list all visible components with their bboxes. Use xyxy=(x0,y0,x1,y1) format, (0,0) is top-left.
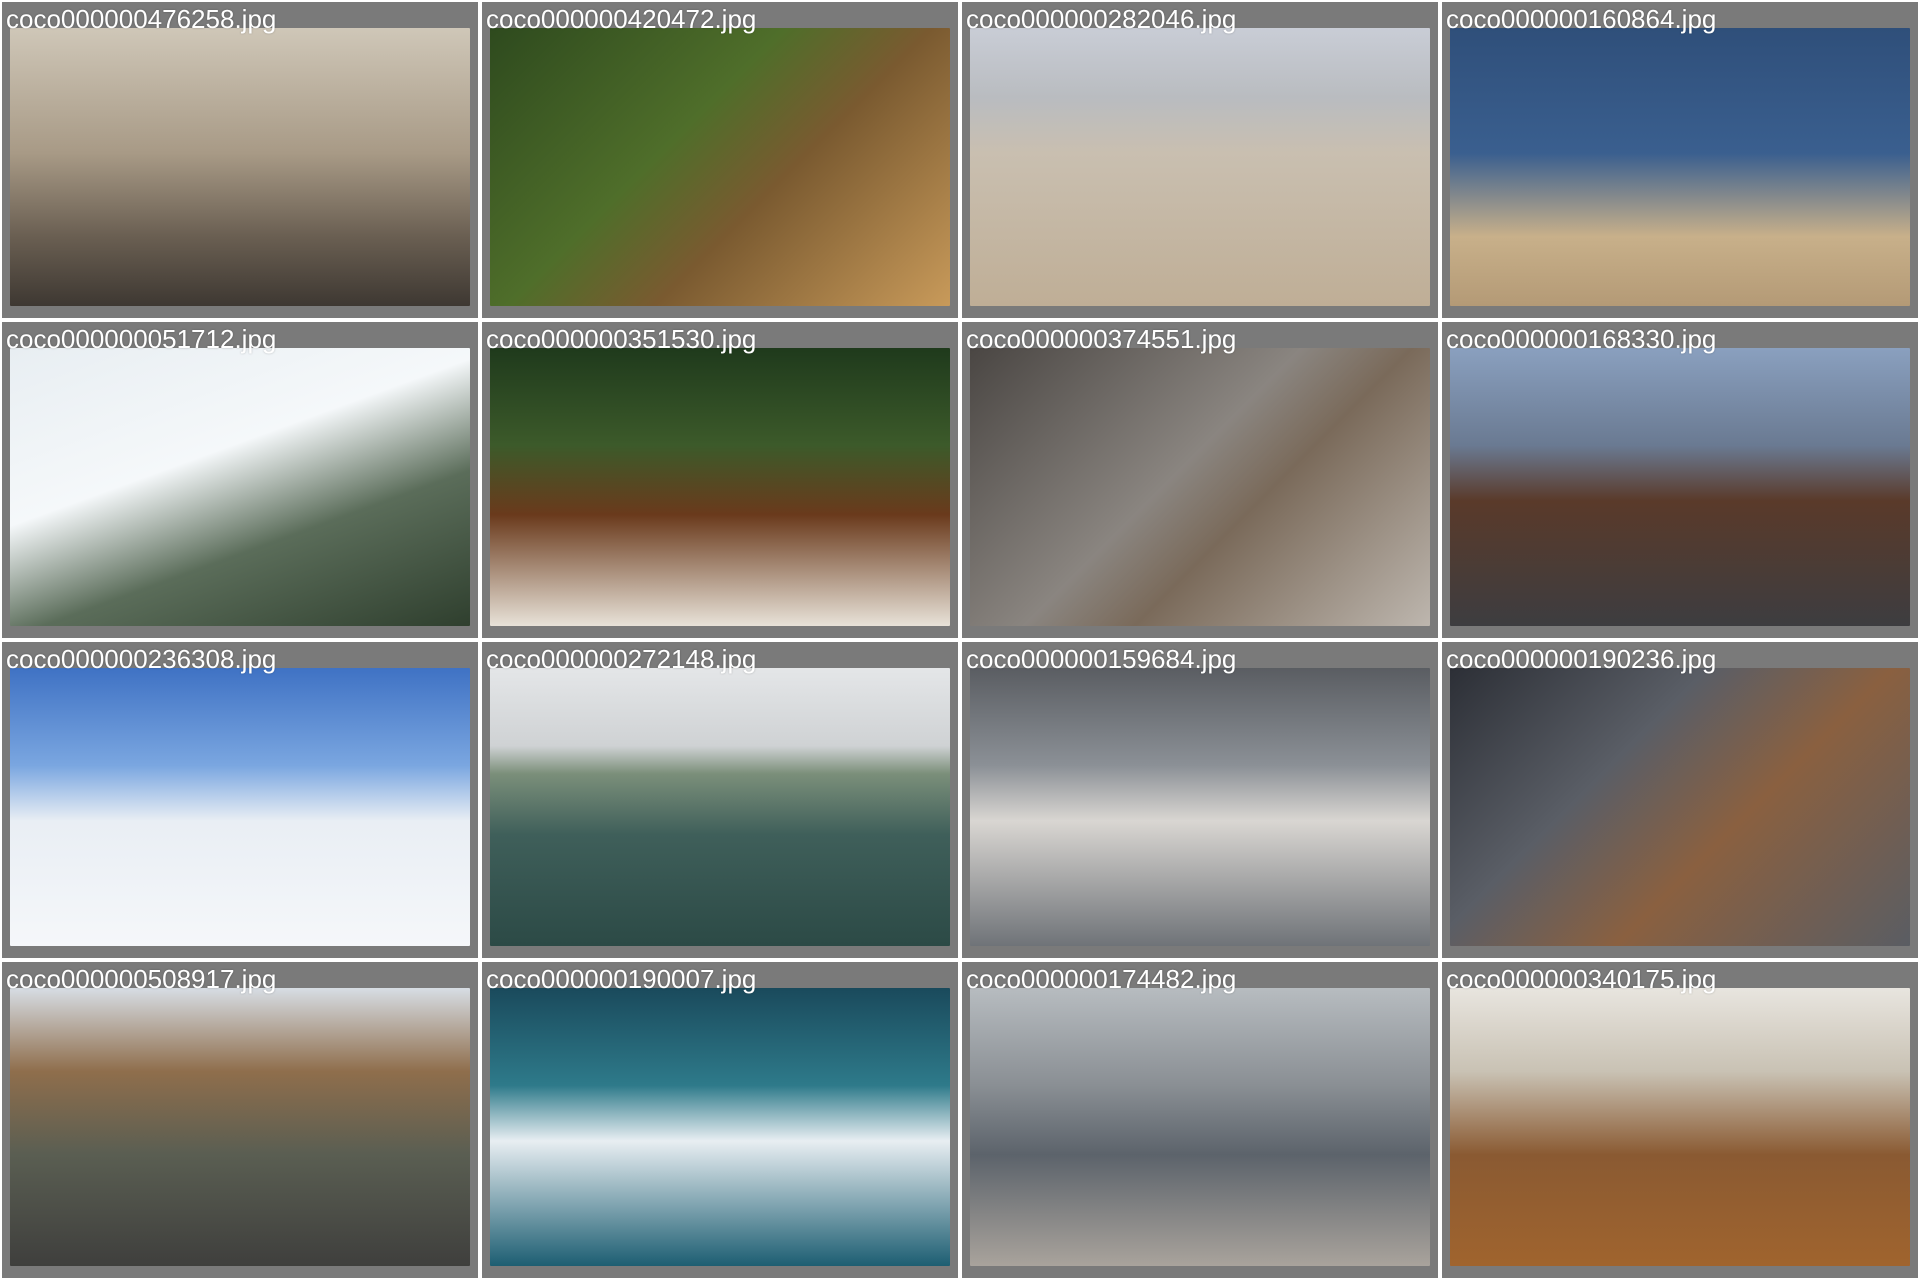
image-thumbnail[interactable] xyxy=(490,668,950,946)
image-filename-label: coco000000340175.jpg xyxy=(1446,964,1717,994)
image-thumbnail[interactable] xyxy=(10,668,470,946)
image-tile[interactable]: coco000000160864.jpg xyxy=(1442,2,1918,318)
image-filename-label: coco000000374551.jpg xyxy=(966,324,1237,354)
image-tile[interactable]: coco000000272148.jpg xyxy=(482,642,958,958)
image-filename-label: coco000000351530.jpg xyxy=(486,324,757,354)
image-filename-label: coco000000272148.jpg xyxy=(486,644,757,674)
image-filename-label: coco000000174482.jpg xyxy=(966,964,1237,994)
image-filename-label: coco000000282046.jpg xyxy=(966,4,1237,34)
image-tile[interactable]: coco000000282046.jpg xyxy=(962,2,1438,318)
image-filename-label: coco000000190007.jpg xyxy=(486,964,757,994)
image-thumbnail[interactable] xyxy=(10,28,470,306)
image-tile[interactable]: coco000000340175.jpg xyxy=(1442,962,1918,1278)
image-thumbnail[interactable] xyxy=(970,28,1430,306)
image-thumbnail[interactable] xyxy=(970,348,1430,626)
image-thumbnail[interactable] xyxy=(1450,988,1910,1266)
image-thumbnail[interactable] xyxy=(1450,28,1910,306)
image-thumbnail[interactable] xyxy=(490,348,950,626)
image-tile[interactable]: coco000000420472.jpg xyxy=(482,2,958,318)
image-tile[interactable]: coco000000190236.jpg xyxy=(1442,642,1918,958)
image-tile[interactable]: coco000000374551.jpg xyxy=(962,322,1438,638)
image-tile[interactable]: coco000000174482.jpg xyxy=(962,962,1438,1278)
image-tile[interactable]: coco000000168330.jpg xyxy=(1442,322,1918,638)
image-filename-label: coco000000168330.jpg xyxy=(1446,324,1717,354)
image-thumbnail[interactable] xyxy=(1450,348,1910,626)
image-filename-label: coco000000420472.jpg xyxy=(486,4,757,34)
image-tile[interactable]: coco000000051712.jpg xyxy=(2,322,478,638)
image-filename-label: coco000000051712.jpg xyxy=(6,324,277,354)
image-thumbnail[interactable] xyxy=(10,348,470,626)
image-filename-label: coco000000190236.jpg xyxy=(1446,644,1717,674)
image-tile[interactable]: coco000000476258.jpg xyxy=(2,2,478,318)
image-filename-label: coco000000476258.jpg xyxy=(6,4,277,34)
image-thumbnail[interactable] xyxy=(490,28,950,306)
image-filename-label: coco000000508917.jpg xyxy=(6,964,277,994)
image-filename-label: coco000000159684.jpg xyxy=(966,644,1237,674)
image-tile[interactable]: coco000000508917.jpg xyxy=(2,962,478,1278)
image-filename-label: coco000000160864.jpg xyxy=(1446,4,1717,34)
image-thumbnail[interactable] xyxy=(1450,668,1910,946)
image-thumbnail[interactable] xyxy=(970,988,1430,1266)
image-tile[interactable]: coco000000236308.jpg xyxy=(2,642,478,958)
image-thumbnail[interactable] xyxy=(10,988,470,1266)
image-tile[interactable]: coco000000159684.jpg xyxy=(962,642,1438,958)
image-thumbnail[interactable] xyxy=(970,668,1430,946)
image-filename-label: coco000000236308.jpg xyxy=(6,644,277,674)
image-tile[interactable]: coco000000351530.jpg xyxy=(482,322,958,638)
image-thumbnail[interactable] xyxy=(490,988,950,1266)
image-grid: coco000000476258.jpg coco000000420472.jp… xyxy=(0,0,1920,1280)
image-tile[interactable]: coco000000190007.jpg xyxy=(482,962,958,1278)
